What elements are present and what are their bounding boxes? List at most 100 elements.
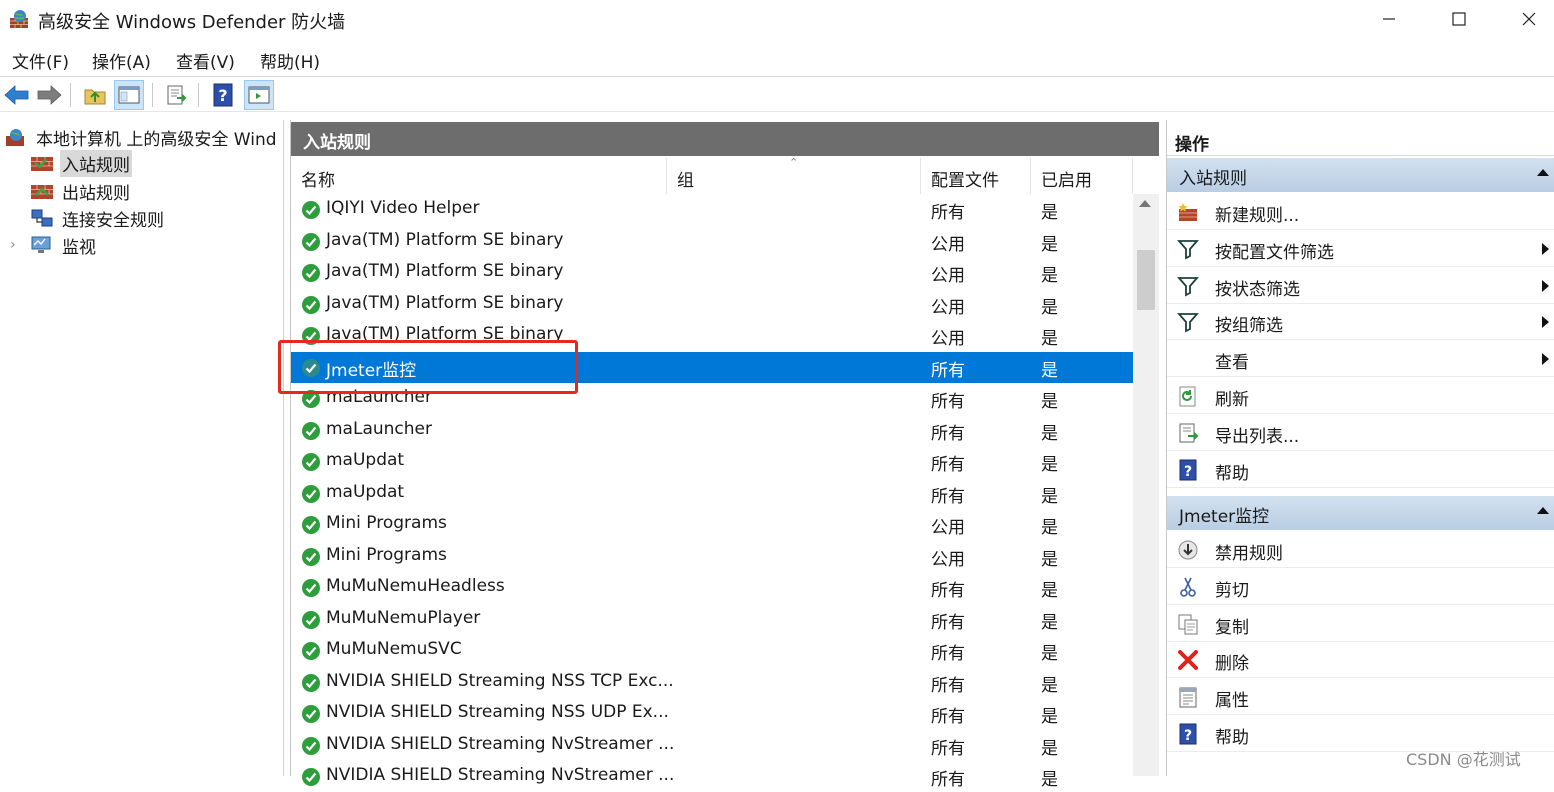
properties-icon [1179,687,1197,708]
table-row[interactable]: maUpdat 所有 是 [291,478,1133,509]
rule-enabled: 是 [1041,612,1058,633]
scroll-up-arrow-icon[interactable] [1139,200,1151,207]
tree-item-inbound-rules[interactable]: 入站规则 [30,149,132,177]
menu-view[interactable]: 查看(V) [176,48,235,73]
tree-root[interactable]: 本地计算机 上的高级安全 Wind [4,124,279,150]
rule-name: MuMuNemuPlayer [326,607,481,628]
table-row[interactable]: IQIYI Video Helper 所有 是 [291,194,1133,225]
action-item[interactable]: 属性 [1167,679,1554,716]
table-row[interactable]: NVIDIA SHIELD Streaming NSS UDP Ex... 所有 是 [291,698,1133,729]
rule-enabled: 是 [1041,518,1058,538]
action-label: 新建规则... [1215,206,1300,226]
table-row[interactable]: maLauncher 所有 是 [291,415,1133,446]
tree-item-connection-security-rules[interactable]: 连接安全规则 [30,205,166,231]
rule-enabled: 是 [1041,581,1058,601]
up-folder-button[interactable] [80,80,110,110]
menu-help[interactable]: 帮助(H) [260,48,320,73]
menu-action[interactable]: 操作(A) [92,48,151,73]
tree-item-outbound-rules[interactable]: 出站规则 [30,178,132,204]
action-label: 删除 [1215,654,1249,675]
enabled-check-icon [302,705,320,723]
rule-profile: 所有 [931,203,965,223]
back-button[interactable] [2,80,32,110]
table-row[interactable]: Mini Programs 公用 是 [291,509,1133,540]
section-title: Jmeter监控 [1179,507,1270,527]
scroll-thumb[interactable] [1137,250,1155,310]
export-icon [1179,423,1199,443]
rule-profile: 公用 [931,266,965,286]
collapse-arrow-icon[interactable] [1537,507,1549,514]
action-label: 禁用规则 [1215,544,1283,564]
action-item[interactable]: 新建规则... [1167,194,1554,230]
show-hide-tree-button[interactable] [114,80,144,110]
tree-item-monitoring[interactable]: › 监视 [10,232,98,258]
action-item[interactable]: 查看 [1167,341,1554,378]
submenu-arrow-icon [1542,316,1549,329]
enabled-check-icon [302,264,320,282]
rule-enabled: 是 [1041,360,1058,381]
action-item[interactable]: 导出列表... [1167,415,1554,451]
actions-pane: 操作 入站规则 新建规则... 按配置文件筛选 按状态筛选 按组筛选 查看 刷新 导出列表.… [1166,120,1554,776]
table-row[interactable]: Java(TM) Platform SE binary 公用 是 [291,289,1133,320]
enabled-check-icon [302,579,320,597]
table-row[interactable]: Java(TM) Platform SE binary 公用 是 [291,257,1133,288]
action-item[interactable]: 按组筛选 [1167,304,1554,341]
close-button[interactable] [1494,0,1554,38]
action-item[interactable]: 复制 [1167,606,1554,642]
action-label: 导出列表... [1215,426,1300,447]
forward-button[interactable] [34,80,64,110]
table-row[interactable]: NVIDIA SHIELD Streaming NvStreamer ... 所有… [291,761,1133,792]
action-item[interactable]: 禁用规则 [1167,532,1554,568]
action-label: 查看 [1215,353,1249,374]
table-row[interactable]: Mini Programs 公用 是 [291,541,1133,572]
action-item[interactable]: ? 帮助 [1167,452,1554,488]
action-item[interactable]: 剪切 [1167,569,1554,605]
table-row[interactable]: MuMuNemuPlayer 所有 是 [291,604,1133,635]
actions-section-inbound-rules[interactable]: 入站规则 [1167,158,1554,192]
rule-name: MuMuNemuHeadless [326,576,505,596]
table-row[interactable]: MuMuNemuSVC 所有 是 [291,635,1133,666]
enabled-check-icon [302,516,320,534]
actions-section-selected-rule[interactable]: Jmeter监控 [1167,496,1554,530]
action-item[interactable]: 按状态筛选 [1167,268,1554,304]
rule-name: NVIDIA SHIELD Streaming NvStreamer ... [326,765,675,785]
column-header-profile[interactable]: 配置文件 [921,158,1031,194]
table-row[interactable]: Java(TM) Platform SE binary 公用 是 [291,226,1133,257]
rule-profile: 所有 [931,770,965,790]
rule-profile: 所有 [931,738,965,759]
export-list-button[interactable] [162,80,192,110]
rule-enabled: 是 [1041,392,1058,412]
rule-profile: 所有 [931,360,965,381]
svg-text:?: ? [218,86,227,105]
rule-profile: 所有 [931,612,965,633]
rule-name: NVIDIA SHIELD Streaming NvStreamer ... [326,733,675,754]
vertical-scrollbar[interactable] [1133,194,1159,776]
action-label: 帮助 [1215,463,1249,484]
rule-enabled: 是 [1041,423,1058,444]
enabled-check-icon [302,421,320,440]
table-row[interactable]: NVIDIA SHIELD Streaming NSS TCP Exc... 所有… [291,667,1133,698]
table-row[interactable]: maUpdat 所有 是 [291,446,1133,477]
show-hide-action-pane-button[interactable] [244,80,274,110]
action-item[interactable]: 删除 [1167,642,1554,679]
help-icon: ? [213,83,233,107]
action-item[interactable]: 刷新 [1167,378,1554,414]
column-header-name[interactable]: 名称 [291,158,667,194]
rule-name: NVIDIA SHIELD Streaming NSS TCP Exc... [326,670,674,691]
menu-file[interactable]: 文件(F) [12,48,69,73]
action-label: 按状态筛选 [1215,279,1300,300]
action-item[interactable]: 按配置文件筛选 [1167,231,1554,267]
help-button[interactable]: ? [208,80,238,110]
cut-icon [1180,577,1196,597]
minimize-button[interactable] [1354,0,1424,38]
enabled-check-icon [302,295,320,314]
enabled-check-icon [302,642,320,660]
rule-profile: 公用 [931,549,965,570]
column-header-enabled[interactable]: 已启用 [1031,158,1133,194]
table-row[interactable]: MuMuNemuHeadless 所有 是 [291,572,1133,603]
maximize-button[interactable] [1424,0,1494,38]
table-row[interactable]: NVIDIA SHIELD Streaming NvStreamer ... 所有… [291,730,1133,761]
collapse-arrow-icon[interactable] [1537,169,1549,176]
expand-chevron-icon[interactable]: › [10,237,30,253]
rule-name: IQIYI Video Helper [326,198,480,218]
